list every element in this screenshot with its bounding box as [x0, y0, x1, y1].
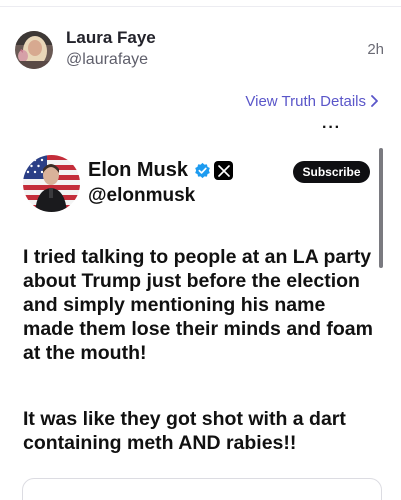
more-options-button[interactable]: ···: [322, 119, 341, 137]
embedded-avatar[interactable]: [23, 155, 80, 212]
view-truth-details-label: View Truth Details: [245, 93, 366, 110]
post-body-paragraph: I tried talking to people at an LA party…: [23, 246, 373, 364]
post-timestamp: 2h: [367, 41, 384, 58]
scrollbar[interactable]: [379, 148, 383, 268]
x-logo-icon: [214, 161, 234, 180]
view-truth-details-link[interactable]: View Truth Details: [245, 93, 379, 110]
embedded-author-name[interactable]: Elon Musk: [88, 159, 234, 182]
embedded-post-card[interactable]: Elon Musk @elonmusk Subscribe I tried ta…: [8, 142, 380, 500]
embedded-author-name-label: Elon Musk: [88, 159, 189, 181]
avatar[interactable]: [15, 31, 53, 69]
subscribe-button[interactable]: Subscribe: [293, 161, 370, 183]
poster-handle[interactable]: @laurafaye: [66, 51, 148, 69]
poster-name[interactable]: Laura Faye: [66, 28, 156, 48]
embedded-author-handle[interactable]: @elonmusk: [88, 185, 195, 207]
verified-badge-icon: [195, 162, 210, 179]
top-divider: [0, 6, 401, 7]
post-body-paragraph: It was like they got shot with a dart co…: [23, 408, 346, 454]
chevron-right-icon: [371, 95, 378, 107]
embedded-media-box: [22, 478, 382, 500]
